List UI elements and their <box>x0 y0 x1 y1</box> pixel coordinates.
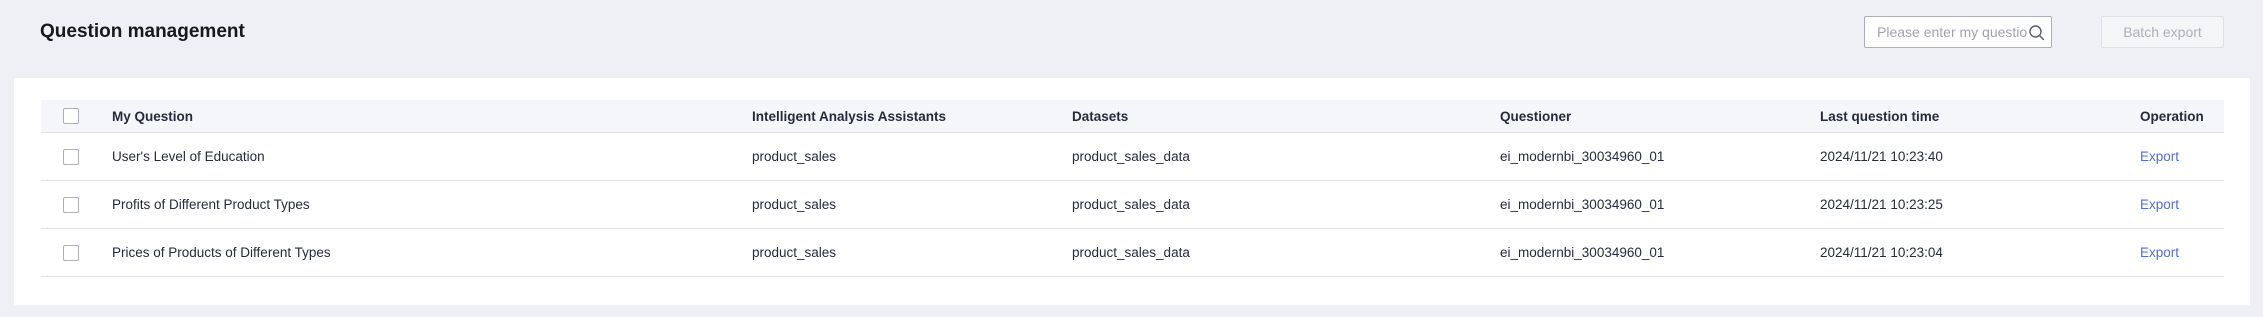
operation-cell: Export <box>2140 229 2179 276</box>
question-cell: User's Level of Education <box>112 149 265 164</box>
assistant-cell: product_sales <box>752 197 837 212</box>
table-row: User's Level of Education product_sales … <box>41 133 2224 181</box>
assistant-cell: product_sales <box>752 149 837 164</box>
time-cell: 2024/11/21 10:23:04 <box>1820 245 1943 260</box>
search-field[interactable] <box>1864 16 2052 48</box>
column-header-questioner: Questioner <box>1500 108 1572 124</box>
dataset-cell: product_sales_data <box>1072 245 1190 260</box>
dataset-cell: product_sales_data <box>1072 149 1190 164</box>
table-row: Prices of Products of Different Types pr… <box>41 229 2224 277</box>
questioner-cell: ei_modernbi_30034960_01 <box>1500 197 1665 212</box>
column-header-question: My Question <box>112 108 194 124</box>
select-all-cell <box>41 100 101 132</box>
column-header-dataset: Datasets <box>1072 108 1129 124</box>
table-row: Profits of Different Product Types produ… <box>41 181 2224 229</box>
row-select-cell <box>41 133 101 180</box>
time-cell: 2024/11/21 10:23:40 <box>1820 149 1943 164</box>
column-header-time: Last question time <box>1820 108 1940 124</box>
export-link[interactable]: Export <box>2140 149 2179 164</box>
operation-cell: Export <box>2140 181 2179 228</box>
export-link[interactable]: Export <box>2140 197 2179 212</box>
question-table: My Question Intelligent Analysis Assista… <box>41 100 2224 277</box>
export-link[interactable]: Export <box>2140 245 2179 260</box>
row-checkbox[interactable] <box>63 244 79 261</box>
question-cell: Profits of Different Product Types <box>112 197 310 212</box>
row-checkbox[interactable] <box>63 148 79 165</box>
page-title: Question management <box>40 21 245 42</box>
column-header-operation: Operation <box>2140 108 2204 124</box>
question-cell: Prices of Products of Different Types <box>112 245 331 260</box>
questioner-cell: ei_modernbi_30034960_01 <box>1500 245 1665 260</box>
select-all-checkbox[interactable] <box>63 108 79 124</box>
search-icon[interactable] <box>2028 24 2045 41</box>
operation-cell: Export <box>2140 133 2179 180</box>
questioner-cell: ei_modernbi_30034960_01 <box>1500 149 1665 164</box>
column-header-assistant: Intelligent Analysis Assistants <box>752 108 947 124</box>
question-table-card: My Question Intelligent Analysis Assista… <box>14 78 2250 305</box>
row-checkbox[interactable] <box>63 196 79 213</box>
dataset-cell: product_sales_data <box>1072 197 1190 212</box>
table-header: My Question Intelligent Analysis Assista… <box>41 100 2224 133</box>
search-input[interactable] <box>1865 17 2027 47</box>
row-select-cell <box>41 181 101 228</box>
assistant-cell: product_sales <box>752 245 837 260</box>
row-select-cell <box>41 229 101 276</box>
batch-export-button[interactable]: Batch export <box>2101 16 2224 48</box>
time-cell: 2024/11/21 10:23:25 <box>1820 197 1943 212</box>
